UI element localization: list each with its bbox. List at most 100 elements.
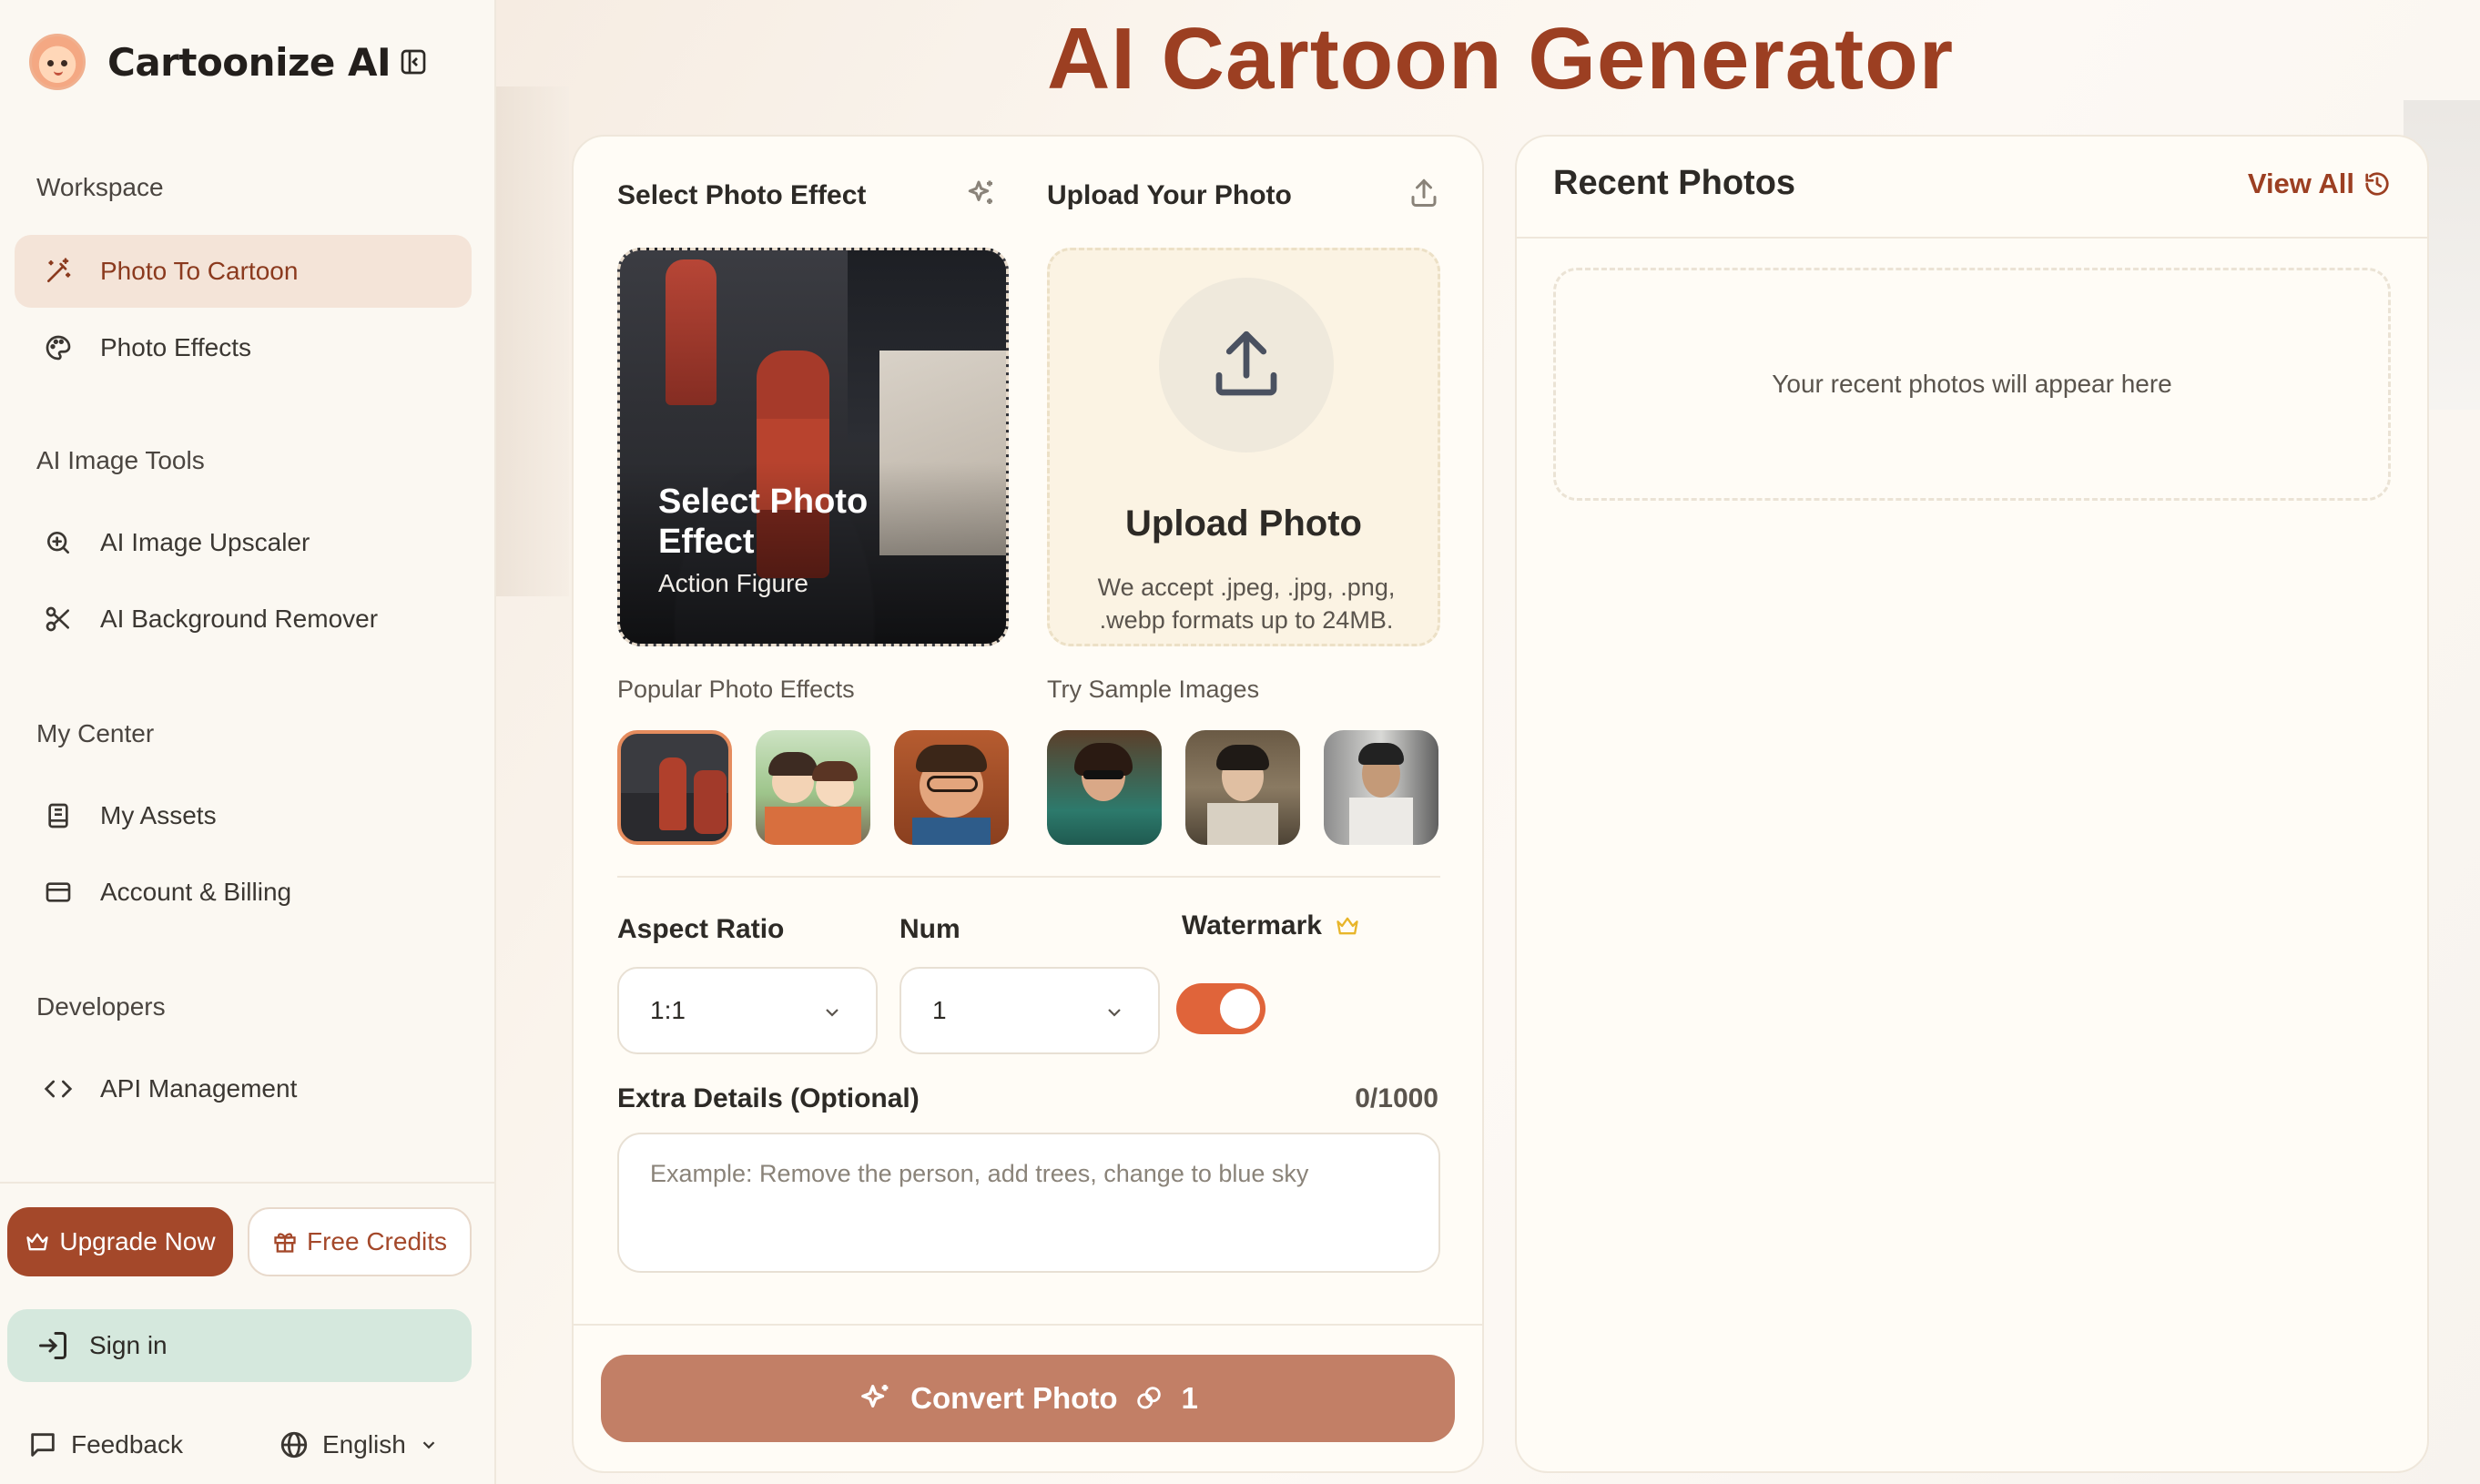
sidebar-item-ai-image-upscaler[interactable]: AI Image Upscaler xyxy=(15,506,472,579)
chevron-down-icon xyxy=(1103,1001,1125,1023)
recent-photos-panel: Recent Photos View All Your recent photo… xyxy=(1515,135,2429,1473)
upgrade-now-button[interactable]: Upgrade Now xyxy=(7,1207,233,1276)
popular-effects-label: Popular Photo Effects xyxy=(617,676,855,703)
watermark-toggle[interactable] xyxy=(1176,983,1265,1034)
extra-details-label: Extra Details (Optional) xyxy=(617,1083,920,1113)
language-selector[interactable]: English xyxy=(279,1429,439,1460)
effect-thumb-anime[interactable] xyxy=(756,730,870,845)
sidebar-item-api-management[interactable]: API Management xyxy=(15,1052,472,1125)
book-icon xyxy=(42,799,75,832)
sidebar-item-photo-effects[interactable]: Photo Effects xyxy=(15,311,472,384)
feedback-label: Feedback xyxy=(71,1430,183,1459)
effect-thumb-action-figure[interactable] xyxy=(617,730,732,845)
sidebar-item-label: Photo Effects xyxy=(100,333,252,361)
aspect-ratio-label: Aspect Ratio xyxy=(617,914,785,944)
scissors-icon xyxy=(42,603,75,635)
coins-icon xyxy=(1133,1383,1164,1414)
recent-empty-text: Your recent photos will appear here xyxy=(1772,370,2172,398)
sidebar-item-label: My Assets xyxy=(100,801,217,829)
magic-wand-icon xyxy=(42,255,75,288)
sign-in-button[interactable]: Sign in xyxy=(7,1309,472,1382)
sidebar-item-label: Account & Billing xyxy=(100,878,292,906)
sidebar-item-label: AI Background Remover xyxy=(100,605,379,633)
generator-panel: Select Photo Effect Upload Your Photo Se… xyxy=(572,135,1484,1473)
effect-card-subtitle: Action Figure xyxy=(658,569,808,597)
convert-cost: 1 xyxy=(1181,1381,1198,1415)
section-title-workspace: Workspace xyxy=(36,173,164,201)
sidebar-item-my-assets[interactable]: My Assets xyxy=(15,779,472,852)
sidebar-item-photo-to-cartoon[interactable]: Photo To Cartoon xyxy=(15,235,472,308)
aspect-ratio-value: 1:1 xyxy=(650,996,686,1024)
upload-dropzone[interactable]: Upload Photo We accept .jpeg, .jpg, .png… xyxy=(1047,248,1440,646)
palette-icon xyxy=(42,331,75,364)
chevron-down-icon xyxy=(419,1435,439,1455)
sidebar-divider xyxy=(0,1182,496,1184)
panel-footer-divider xyxy=(574,1324,1484,1326)
sidebar: Cartoonize AI Workspace Photo To Cartoon… xyxy=(0,0,496,1484)
sidebar-collapse-icon[interactable] xyxy=(399,47,428,76)
view-all-label: View All xyxy=(2247,168,2354,199)
brand-logo-icon xyxy=(29,34,86,90)
effect-thumb-3d-cartoon[interactable] xyxy=(894,730,1009,845)
zoom-in-icon xyxy=(42,526,75,559)
section-title-developers: Developers xyxy=(36,992,166,1021)
sidebar-item-label: AI Image Upscaler xyxy=(100,528,310,556)
convert-photo-button[interactable]: Convert Photo 1 xyxy=(601,1355,1455,1442)
sample-image-3[interactable] xyxy=(1324,730,1438,845)
num-value: 1 xyxy=(932,996,947,1024)
upload-circle xyxy=(1159,278,1334,452)
selected-effect-card[interactable]: Select Photo Effect Action Figure xyxy=(617,248,1009,646)
watermark-label-row: Watermark xyxy=(1182,910,1360,941)
aspect-ratio-select[interactable]: 1:1 xyxy=(617,967,878,1054)
sidebar-item-label: API Management xyxy=(100,1074,298,1103)
sample-image-2[interactable] xyxy=(1185,730,1300,845)
upload-arrow-icon xyxy=(1205,324,1287,406)
free-credits-label: Free Credits xyxy=(306,1227,448,1255)
action-figure-image xyxy=(666,259,717,405)
upload-card-title: Upload Photo xyxy=(1125,503,1362,544)
credit-card-icon xyxy=(42,876,75,909)
panel-divider xyxy=(617,876,1440,878)
character-counter: 0/1000 xyxy=(1355,1083,1438,1113)
code-icon xyxy=(42,1072,75,1105)
sparkles-icon xyxy=(858,1380,894,1417)
upload-heading: Upload Your Photo xyxy=(1047,180,1292,210)
background-photo-left xyxy=(496,86,569,596)
crown-icon xyxy=(25,1229,50,1255)
effect-card-title: Select Photo Effect xyxy=(658,483,869,561)
convert-photo-label: Convert Photo xyxy=(910,1381,1118,1415)
app-root: Cartoonize AI Workspace Photo To Cartoon… xyxy=(0,0,2480,1484)
recent-divider xyxy=(1517,237,2427,239)
watermark-label: Watermark xyxy=(1182,910,1322,940)
toggle-knob xyxy=(1220,989,1260,1029)
num-label: Num xyxy=(900,914,960,944)
sidebar-item-account-billing[interactable]: Account & Billing xyxy=(15,856,472,929)
sidebar-item-ai-background-remover[interactable]: AI Background Remover xyxy=(15,583,472,656)
section-title-ai-image-tools: AI Image Tools xyxy=(36,446,205,474)
sample-images-label: Try Sample Images xyxy=(1047,676,1260,703)
brand[interactable]: Cartoonize AI xyxy=(29,33,391,91)
section-title-my-center: My Center xyxy=(36,719,155,747)
sidebar-item-label: Photo To Cartoon xyxy=(100,257,299,285)
upload-icon[interactable] xyxy=(1408,177,1440,209)
sign-in-label: Sign in xyxy=(89,1331,168,1359)
feedback-link[interactable]: Feedback xyxy=(27,1429,183,1460)
select-effect-heading: Select Photo Effect xyxy=(617,180,867,210)
recent-photos-title: Recent Photos xyxy=(1553,164,1796,202)
premium-crown-icon xyxy=(1335,913,1360,939)
extra-details-input[interactable]: Example: Remove the person, add trees, c… xyxy=(617,1133,1440,1273)
globe-icon xyxy=(279,1429,310,1460)
page-title: AI Cartoon Generator xyxy=(1046,10,1955,107)
view-all-link[interactable]: View All xyxy=(2248,168,2391,200)
num-select[interactable]: 1 xyxy=(900,967,1160,1054)
brand-name: Cartoonize AI xyxy=(107,39,391,85)
language-label: English xyxy=(322,1430,406,1459)
sample-image-1[interactable] xyxy=(1047,730,1162,845)
free-credits-button[interactable]: Free Credits xyxy=(248,1207,472,1276)
upgrade-now-label: Upgrade Now xyxy=(59,1227,216,1255)
recent-photos-empty: Your recent photos will appear here xyxy=(1553,268,2391,501)
login-icon xyxy=(36,1329,69,1362)
sparkles-icon xyxy=(965,177,998,209)
message-icon xyxy=(27,1429,58,1460)
gift-icon xyxy=(272,1229,298,1255)
